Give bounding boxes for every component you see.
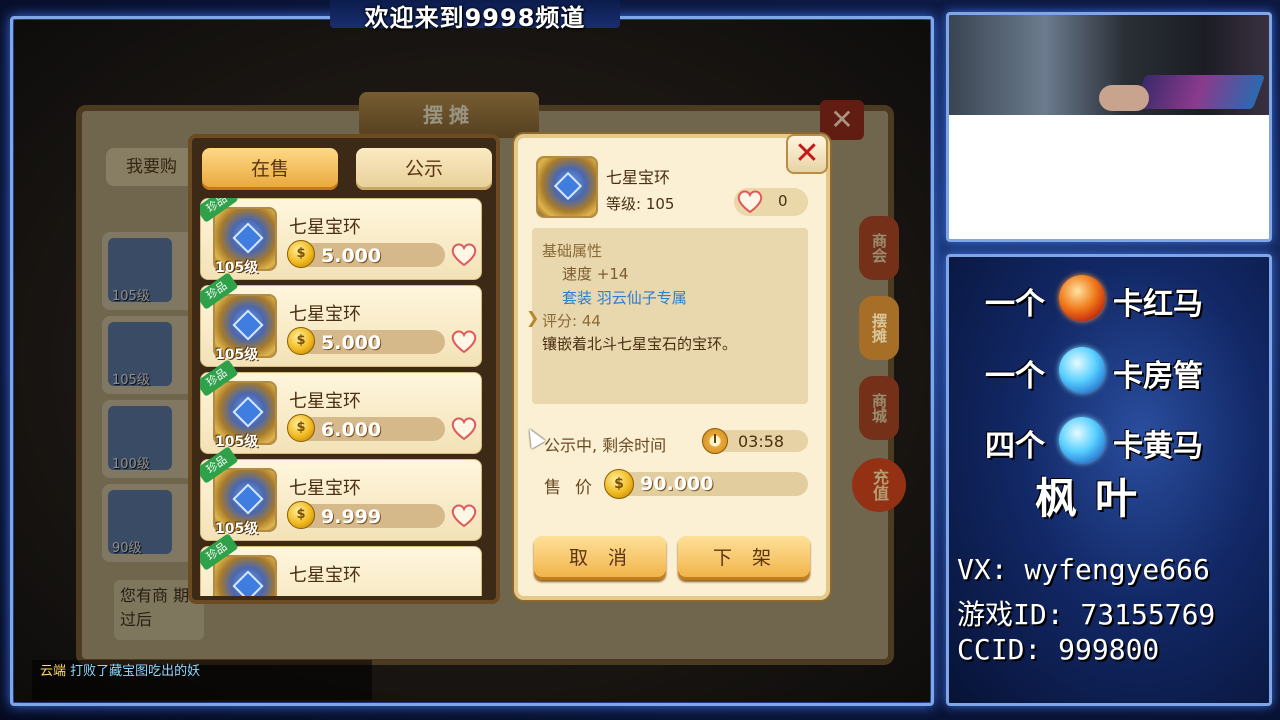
item-price: 9.999 [321, 506, 382, 528]
channel-title: 欢迎来到9998频道 [330, 0, 620, 32]
item-level: 90级 [112, 541, 142, 556]
item-name: 七星宝环 [289, 478, 361, 499]
list-item[interactable]: 珍品 105级 七星宝环 $ 9.999 [200, 446, 482, 541]
heart-icon[interactable] [449, 239, 479, 269]
item-level: 105级 [215, 434, 259, 450]
close-icon: ✕ [794, 136, 820, 171]
contact-vx: VX: wyfengye666 [957, 553, 1210, 586]
cancel-button[interactable]: 取消 [534, 536, 666, 580]
heart-icon[interactable] [449, 500, 479, 530]
favorite-count: 0 [778, 192, 788, 210]
item-level: 105级 [215, 260, 259, 276]
list-item[interactable]: 珍品 七星宝环 [200, 533, 482, 596]
stall-list-item[interactable]: 100级 [102, 400, 202, 478]
item-name: 七星宝环 [289, 565, 361, 586]
chat-message: 打败了藏宝图吃出的妖 [70, 664, 201, 679]
attribute-header: 基础属性 [542, 242, 603, 260]
item-price: 5.000 [321, 332, 382, 354]
price-bar: $ 6.000 [287, 414, 445, 442]
price-bar: $ 5.000 [287, 240, 445, 268]
list-item[interactable]: 珍品 105级 七星宝环 $ 6.000 [200, 359, 482, 454]
item-level: 105级 [215, 347, 259, 363]
price-bar: $ 9.999 [287, 501, 445, 529]
item-level: 100级 [112, 457, 150, 472]
stall-list-item[interactable]: 90级 [102, 484, 202, 562]
item-name: 七星宝环 [289, 391, 361, 412]
coin-icon: $ [287, 240, 315, 268]
remaining-time: 03:58 [738, 432, 785, 451]
item-description: 镶嵌着北斗七星宝石的宝环。 [542, 335, 738, 353]
heart-icon[interactable] [449, 413, 479, 443]
coin-icon: $ [287, 501, 315, 529]
ticket-row: 一个 卡红马 [949, 271, 1269, 327]
ticket-row: 一个 卡房管 [949, 343, 1269, 399]
keyboard-image [1132, 75, 1266, 109]
contact-ccid: CCID: 999800 [957, 633, 1160, 666]
stall-close-button[interactable]: ✕ [820, 100, 864, 140]
item-level: 105级 [215, 521, 259, 537]
hand-image [1099, 85, 1149, 111]
favorite-toggle[interactable]: 0 [734, 188, 808, 216]
stall-list-item[interactable]: 105级 [102, 316, 202, 394]
attribute-suit: 套装 羽云仙子专属 [562, 289, 687, 307]
attribute-score: 评分: 44 [542, 312, 601, 330]
ticket-label: 卡红马 [1113, 287, 1203, 322]
item-level: 105级 [112, 373, 150, 388]
item-list-panel: 在售 公示 珍品 105级 七星宝环 $ 5.000 珍品 105级 七星宝环 [188, 134, 500, 604]
ticket-count: 四个 [985, 429, 1045, 464]
public-status-label: 公示中, 剩余时间 [544, 436, 667, 455]
recharge-button[interactable]: 充值 [852, 458, 906, 512]
room-admin-icon [1059, 347, 1105, 393]
clock-icon [702, 428, 728, 454]
coin-icon: $ [287, 327, 315, 355]
tab-on-sale[interactable]: 在售 [202, 148, 338, 190]
streamer-info-panel: 一个 卡红马 一个 卡房管 四个 卡黄马 枫叶 VX: wyfengye666 … [946, 254, 1272, 706]
item-name: 七星宝环 [289, 217, 361, 238]
item-price: 6.000 [321, 419, 382, 441]
ticket-label: 卡房管 [1113, 359, 1203, 394]
chevron-right-icon: ❯ [526, 308, 540, 327]
ticket-count: 一个 [985, 359, 1045, 394]
chat-log: 云端 打败了藏宝图吃出的妖 [32, 660, 372, 700]
detail-item-level: 等级: 105 [606, 195, 675, 213]
item-name: 七星宝环 [289, 304, 361, 325]
ticket-row: 四个 卡黄马 [949, 413, 1269, 469]
delist-button[interactable]: 下架 [678, 536, 810, 580]
item-level: 105级 [112, 289, 150, 304]
stall-title: 摆摊 [359, 92, 539, 138]
contact-game-id: 游戏ID: 73155769 [957, 598, 1216, 631]
tab-public[interactable]: 公示 [356, 148, 492, 190]
side-button-mall[interactable]: 商城 [859, 376, 899, 440]
side-button-guild[interactable]: 商会 [859, 216, 899, 280]
close-button[interactable]: ✕ [786, 134, 828, 174]
ring-icon [213, 555, 277, 596]
price-label: 售价 [544, 478, 606, 498]
ticket-label: 卡黄马 [1113, 429, 1203, 464]
stream-overlay: 摆摊 ✕ 我要购 105级 105级 100级 90级 您有商 期过后 商会 摆… [0, 0, 1280, 720]
red-horse-icon [1059, 275, 1105, 321]
ring-icon [536, 156, 598, 218]
chat-name: 云端 [40, 664, 67, 679]
stall-list-item[interactable]: 105级 [102, 232, 202, 310]
coin-icon: $ [287, 414, 315, 442]
detail-item-name: 七星宝环 [606, 168, 671, 187]
heart-icon[interactable] [449, 326, 479, 356]
item-price: 5.000 [321, 245, 382, 267]
heart-icon [737, 190, 763, 214]
webcam-frame [946, 12, 1272, 242]
price-bar: $ 5.000 [287, 327, 445, 355]
list-item[interactable]: 珍品 105级 七星宝环 $ 5.000 [200, 198, 482, 280]
streamer-name: 枫叶 [1035, 474, 1156, 523]
item-list[interactable]: 珍品 105级 七星宝环 $ 5.000 珍品 105级 七星宝环 $ 5.00… [200, 198, 490, 596]
attribute-speed: 速度 +14 [562, 265, 629, 283]
detail-price: 90.000 [640, 473, 714, 495]
ticket-count: 一个 [985, 287, 1045, 322]
yellow-horse-icon [1059, 417, 1105, 463]
list-item[interactable]: 珍品 105级 七星宝环 $ 5.000 [200, 272, 482, 367]
coin-icon: $ [604, 469, 634, 499]
webcam-video [949, 15, 1269, 115]
side-button-stall[interactable]: 摆摊 [859, 296, 899, 360]
